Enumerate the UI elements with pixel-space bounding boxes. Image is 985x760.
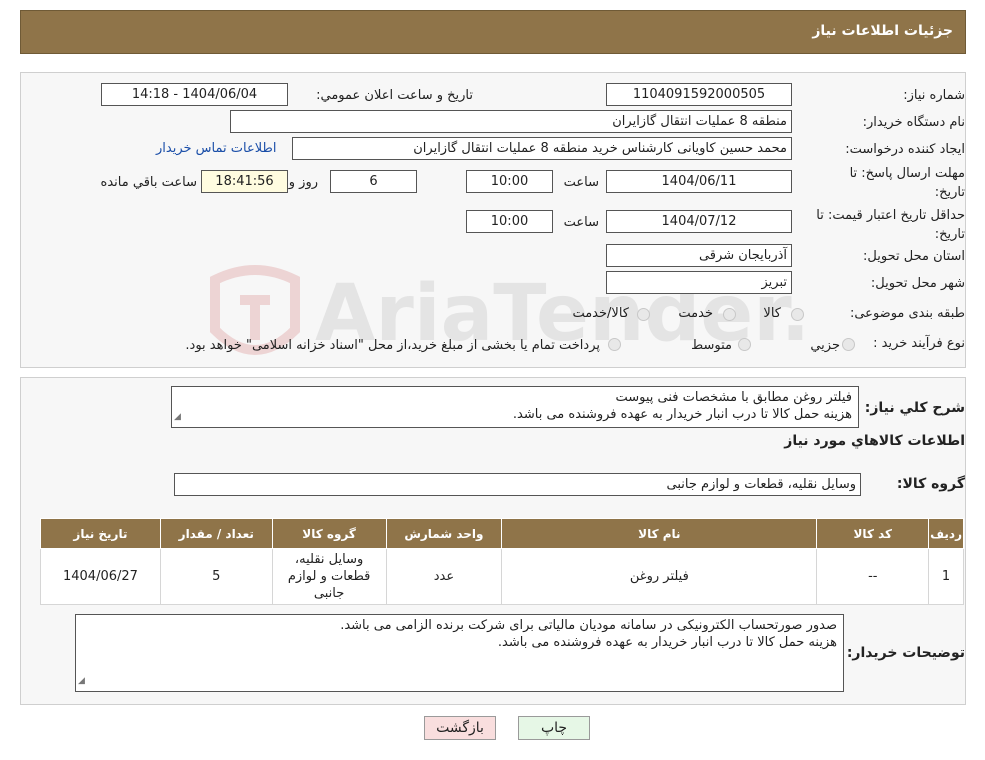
goods-group-label: گروه کالا:: [896, 476, 965, 492]
process-option-minor: جزيي: [810, 338, 840, 353]
buyer-notes-label: توضيحات خريدار:: [846, 645, 965, 661]
resize-grip-icon[interactable]: ◢: [174, 409, 181, 426]
page-title: جزئیات اطلاعات نیاز: [812, 23, 953, 39]
col-need-date: تاريخ نياز: [40, 518, 161, 549]
buyer-org-field: منطقه 8 عملیات انتقال گازایران: [230, 110, 792, 133]
process-radio-minor[interactable]: [842, 338, 855, 351]
validity-date-field: 1404/07/12: [606, 210, 792, 233]
cell-need-date: 1404/06/27: [40, 548, 161, 605]
cell-item-name: فیلتر روغن: [501, 548, 818, 605]
validity-label: حداقل تاريخ اعتبار قيمت: تا تاريخ:: [816, 208, 965, 242]
col-quantity: تعداد / مقدار: [159, 518, 273, 549]
province-label: استان محل تحويل:: [863, 249, 965, 264]
announce-label: تاریخ و ساعت اعلان عمومي:: [316, 88, 473, 103]
col-item-group: گروه کالا: [271, 518, 387, 549]
goods-section-title: اطلاعات کالاهاي مورد نياز: [784, 433, 965, 449]
description-textarea[interactable]: فیلتر روغن مطابق با مشخصات فنی پیوست هزی…: [171, 386, 859, 428]
process-label: نوع فرآيند خريد :: [873, 336, 965, 351]
deadline-date-field: 1404/06/11: [606, 170, 792, 193]
validity-time-field: 10:00: [466, 210, 553, 233]
need-number-label: شماره نیاز:: [903, 88, 965, 103]
buyer-contact-link[interactable]: اطلاعات تماس خريدار: [156, 141, 276, 156]
category-option-service: خدمت: [678, 306, 713, 321]
cell-quantity: 5: [159, 548, 273, 605]
buyer-org-label: نام دستگاه خريدار:: [862, 115, 965, 130]
category-option-goods: کالا: [763, 306, 781, 321]
requester-field: محمد حسین کاویانی کارشناس خرید منطقه 8 ع…: [292, 137, 792, 160]
print-button[interactable]: چاپ: [518, 716, 590, 740]
cell-item-code: --: [816, 548, 930, 605]
col-item-code: کد کالا: [816, 518, 930, 549]
cell-unit: عدد: [385, 548, 503, 605]
category-option-goods-service: کالا/خدمت: [572, 306, 629, 321]
days-field: 6: [330, 170, 417, 193]
description-line-1: فیلتر روغن مطابق با مشخصات فنی پیوست: [615, 390, 852, 405]
city-label: شهر محل تحويل:: [870, 276, 965, 291]
deadline-label: مهلت ارسال پاسخ: تا تاريخ:: [849, 166, 965, 200]
description-label: شرح کلي نياز:: [864, 400, 965, 416]
deadline-hour-label: ساعت: [563, 175, 599, 190]
process-option-medium: متوسط: [691, 338, 732, 353]
requester-label: ايجاد کننده درخواست:: [845, 142, 965, 157]
header-bar: جزئیات اطلاعات نیاز: [20, 10, 966, 54]
category-radio-service[interactable]: [723, 308, 736, 321]
category-radio-goods[interactable]: [791, 308, 804, 321]
announce-field: 1404/06/04 - 14:18: [101, 83, 288, 106]
need-number-field: 1104091592000505: [606, 83, 792, 106]
buyer-notes-line-1: صدور صورتحساب الکترونیکی در سامانه مودیا…: [340, 618, 837, 633]
resize-grip-icon[interactable]: ◢: [78, 673, 85, 690]
back-button[interactable]: بازگشت: [424, 716, 496, 740]
city-field: تبریز: [606, 271, 792, 294]
process-radio-medium[interactable]: [738, 338, 751, 351]
cell-item-group: وسایل نقلیه، قطعات و لوازم جانبی: [271, 548, 387, 605]
province-field: آذربایجان شرقی: [606, 244, 792, 267]
goods-group-field: وسایل نقلیه، قطعات و لوازم جانبی: [174, 473, 861, 496]
cell-row-number: 1: [928, 548, 964, 605]
col-item-name: نام کالا: [501, 518, 818, 549]
category-radio-goods-service[interactable]: [637, 308, 650, 321]
days-label: روز و: [288, 175, 318, 190]
buyer-notes-textarea[interactable]: صدور صورتحساب الکترونیکی در سامانه مودیا…: [75, 614, 844, 692]
category-label: طبقه بندی موضوعی:: [849, 306, 965, 321]
table-header-row: رديف کد کالا نام کالا واحد شمارش گروه کا…: [40, 518, 964, 549]
description-line-2: هزینه حمل کالا تا درب انبار خریدار به عه…: [512, 407, 852, 422]
process-radio-treasury[interactable]: [608, 338, 621, 351]
remaining-time-field: 18:41:56: [201, 170, 288, 193]
buyer-notes-line-2: هزینه حمل کالا تا درب انبار خریدار به عه…: [497, 635, 837, 650]
goods-table: رديف کد کالا نام کالا واحد شمارش گروه کا…: [40, 518, 964, 605]
col-unit: واحد شمارش: [385, 518, 503, 549]
remaining-label: ساعت باقي مانده: [100, 175, 197, 190]
process-note: پرداخت تمام یا بخشی از مبلغ خرید،از محل …: [185, 338, 600, 353]
deadline-time-field: 10:00: [466, 170, 553, 193]
table-row: 1 -- فیلتر روغن عدد وسایل نقلیه، قطعات و…: [40, 548, 964, 605]
col-row-number: رديف: [928, 518, 964, 549]
validity-hour-label: ساعت: [563, 215, 599, 230]
